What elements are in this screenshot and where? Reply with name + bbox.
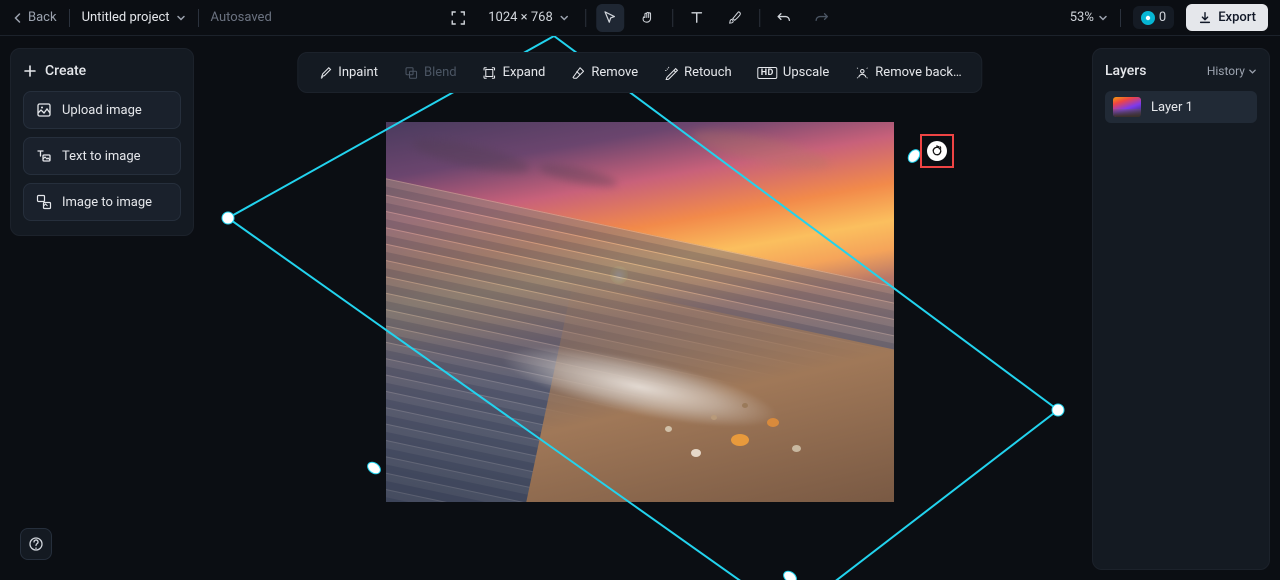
divider	[69, 9, 70, 27]
hand-tool-button[interactable]	[634, 4, 662, 32]
image-to-image-icon	[36, 194, 52, 210]
selection-midpoint-br[interactable]	[781, 569, 798, 580]
divider	[198, 9, 199, 27]
remove-tool[interactable]: Remove	[561, 59, 648, 86]
zoom-label: 53%	[1070, 10, 1094, 25]
eraser-icon	[571, 66, 585, 80]
chevron-down-icon	[1098, 13, 1108, 23]
create-heading: Create	[23, 63, 181, 79]
hand-icon	[640, 10, 655, 25]
inpaint-icon	[318, 66, 332, 80]
upscale-tool[interactable]: HD Upscale	[748, 59, 840, 86]
canvas-dimensions-dropdown[interactable]: 1024 × 768	[482, 6, 575, 29]
export-label: Export	[1218, 10, 1256, 25]
cursor-icon	[602, 10, 617, 25]
fit-view-button[interactable]	[444, 4, 472, 32]
selection-handle-left[interactable]	[222, 212, 234, 224]
autosaved-status: Autosaved	[211, 10, 272, 25]
credits-button[interactable]: 0	[1133, 6, 1174, 29]
tool-strip: Inpaint Blend Expand Remove Retouch HD U…	[297, 52, 982, 93]
layers-panel: Layers History Layer 1	[1092, 48, 1270, 570]
project-name-dropdown[interactable]: Untitled project	[82, 10, 186, 25]
history-dropdown[interactable]: History	[1207, 64, 1257, 78]
dimensions-label: 1024 × 768	[488, 10, 553, 25]
credit-icon	[1141, 11, 1155, 25]
brush-tool-button[interactable]	[721, 4, 749, 32]
layers-heading: Layers	[1105, 63, 1146, 79]
undo-icon	[776, 10, 791, 25]
chevron-left-icon	[12, 12, 24, 24]
brush-icon	[727, 10, 742, 25]
plus-icon	[23, 64, 37, 78]
image-to-image-label: Image to image	[62, 195, 152, 210]
canvas-image[interactable]	[386, 122, 894, 502]
divider	[672, 9, 673, 27]
download-icon	[1198, 11, 1212, 25]
back-label: Back	[28, 10, 57, 25]
zoom-dropdown[interactable]: 53%	[1070, 10, 1108, 25]
topbar: Back Untitled project Autosaved 1024 × 7…	[0, 0, 1280, 36]
fit-icon	[450, 10, 466, 26]
retouch-icon	[664, 66, 678, 80]
text-to-image-icon	[36, 148, 52, 164]
project-name-label: Untitled project	[82, 10, 170, 25]
blend-icon	[404, 66, 418, 80]
layer-item[interactable]: Layer 1	[1105, 91, 1257, 123]
selection-handle-right[interactable]	[1052, 404, 1064, 416]
text-to-image-label: Text to image	[62, 149, 141, 164]
rotate-handle[interactable]	[920, 134, 954, 168]
text-icon	[689, 10, 704, 25]
retouch-tool[interactable]: Retouch	[654, 59, 742, 86]
hd-icon: HD	[758, 67, 777, 79]
chevron-down-icon	[559, 13, 569, 23]
expand-tool[interactable]: Expand	[473, 59, 556, 86]
inpaint-tool[interactable]: Inpaint	[308, 59, 388, 86]
create-panel: Create Upload image Text to image Image …	[10, 48, 194, 236]
layer-thumbnail	[1113, 97, 1141, 117]
undo-button[interactable]	[770, 4, 798, 32]
blend-tool: Blend	[394, 59, 467, 86]
selection-midpoint-bl[interactable]	[365, 460, 382, 476]
upload-image-button[interactable]: Upload image	[23, 91, 181, 129]
expand-icon	[483, 66, 497, 80]
rotate-icon	[931, 145, 943, 157]
redo-button[interactable]	[808, 4, 836, 32]
upload-image-label: Upload image	[62, 103, 142, 118]
layer-name: Layer 1	[1151, 100, 1193, 115]
remove-bg-icon	[855, 66, 869, 80]
redo-icon	[814, 10, 829, 25]
cursor-tool-button[interactable]	[596, 4, 624, 32]
remove-background-tool[interactable]: Remove back…	[845, 59, 971, 86]
text-tool-button[interactable]	[683, 4, 711, 32]
divider	[1120, 9, 1121, 27]
export-button[interactable]: Export	[1186, 4, 1268, 31]
image-to-image-button[interactable]: Image to image	[23, 183, 181, 221]
help-icon	[28, 536, 44, 552]
divider	[585, 9, 586, 27]
help-button[interactable]	[20, 528, 52, 560]
back-button[interactable]: Back	[12, 10, 57, 25]
upload-image-icon	[36, 102, 52, 118]
chevron-down-icon	[1248, 67, 1257, 76]
chevron-down-icon	[176, 13, 186, 23]
credits-count: 0	[1159, 10, 1166, 25]
text-to-image-button[interactable]: Text to image	[23, 137, 181, 175]
divider	[759, 9, 760, 27]
